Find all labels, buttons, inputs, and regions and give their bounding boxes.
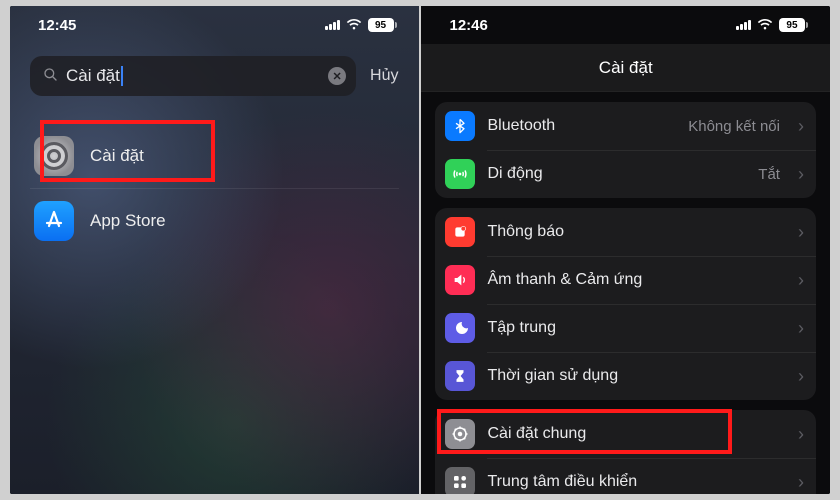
chevron-right-icon: ›: [798, 318, 804, 339]
cellular-signal-icon: [736, 20, 751, 30]
status-indicators: 95: [325, 18, 397, 32]
status-time: 12:46: [449, 17, 487, 34]
settings-row-notifications[interactable]: Thông báo ›: [435, 208, 816, 256]
settings-list[interactable]: Bluetooth Không kết nối › Di động Tắt › …: [421, 92, 830, 494]
settings-title: Cài đặt: [421, 44, 830, 92]
settings-screen: 12:46 95 Cài đặt Bluetooth Không kết nối: [421, 6, 830, 494]
search-result-appstore[interactable]: App Store: [30, 189, 399, 253]
cellular-signal-icon: [325, 20, 340, 30]
chevron-right-icon: ›: [798, 222, 804, 243]
appstore-icon: [34, 201, 74, 241]
chevron-right-icon: ›: [798, 270, 804, 291]
notifications-icon: [445, 217, 475, 247]
settings-row-bluetooth[interactable]: Bluetooth Không kết nối ›: [435, 102, 816, 150]
battery-indicator: 95: [779, 18, 808, 32]
settings-row-sound[interactable]: Âm thanh & Cảm ứng ›: [435, 256, 816, 304]
settings-row-cellular[interactable]: Di động Tắt ›: [435, 150, 816, 198]
chevron-right-icon: ›: [798, 472, 804, 493]
wifi-icon: [346, 19, 362, 31]
chevron-right-icon: ›: [798, 164, 804, 185]
chevron-right-icon: ›: [798, 116, 804, 137]
bluetooth-icon: [445, 111, 475, 141]
status-bar: 12:45 95: [10, 6, 419, 44]
search-result-settings[interactable]: Cài đặt: [30, 124, 399, 189]
search-results: Cài đặt App Store: [10, 106, 419, 253]
cancel-button[interactable]: Hủy: [370, 67, 398, 85]
control-center-icon: [445, 467, 475, 494]
battery-indicator: 95: [368, 18, 397, 32]
screentime-icon: [445, 361, 475, 391]
sound-icon: [445, 265, 475, 295]
status-time: 12:45: [38, 17, 76, 34]
chevron-right-icon: ›: [798, 366, 804, 387]
search-query: Cài đặt: [66, 66, 320, 86]
settings-group: Cài đặt chung › Trung tâm điều khiển ›: [435, 410, 816, 494]
settings-row-focus[interactable]: Tập trung ›: [435, 304, 816, 352]
settings-group: Thông báo › Âm thanh & Cảm ứng › Tập tru…: [435, 208, 816, 400]
search-input[interactable]: Cài đặt ✕: [30, 56, 356, 96]
spotlight-search-screen: 12:45 95 Cài đặt ✕ Hủy: [10, 6, 419, 494]
settings-row-screentime[interactable]: Thời gian sử dụng ›: [435, 352, 816, 400]
wifi-icon: [757, 19, 773, 31]
settings-icon: [34, 136, 74, 176]
app-name-label: Cài đặt: [90, 146, 144, 166]
settings-row-control-center[interactable]: Trung tâm điều khiển ›: [435, 458, 816, 494]
app-name-label: App Store: [90, 211, 166, 231]
chevron-right-icon: ›: [798, 424, 804, 445]
settings-row-general[interactable]: Cài đặt chung ›: [435, 410, 816, 458]
search-icon: [42, 66, 58, 87]
clear-search-button[interactable]: ✕: [328, 67, 346, 85]
general-icon: [445, 419, 475, 449]
cellular-icon: [445, 159, 475, 189]
focus-icon: [445, 313, 475, 343]
status-bar: 12:46 95: [421, 6, 830, 44]
settings-group: Bluetooth Không kết nối › Di động Tắt ›: [435, 102, 816, 198]
status-indicators: 95: [736, 18, 808, 32]
